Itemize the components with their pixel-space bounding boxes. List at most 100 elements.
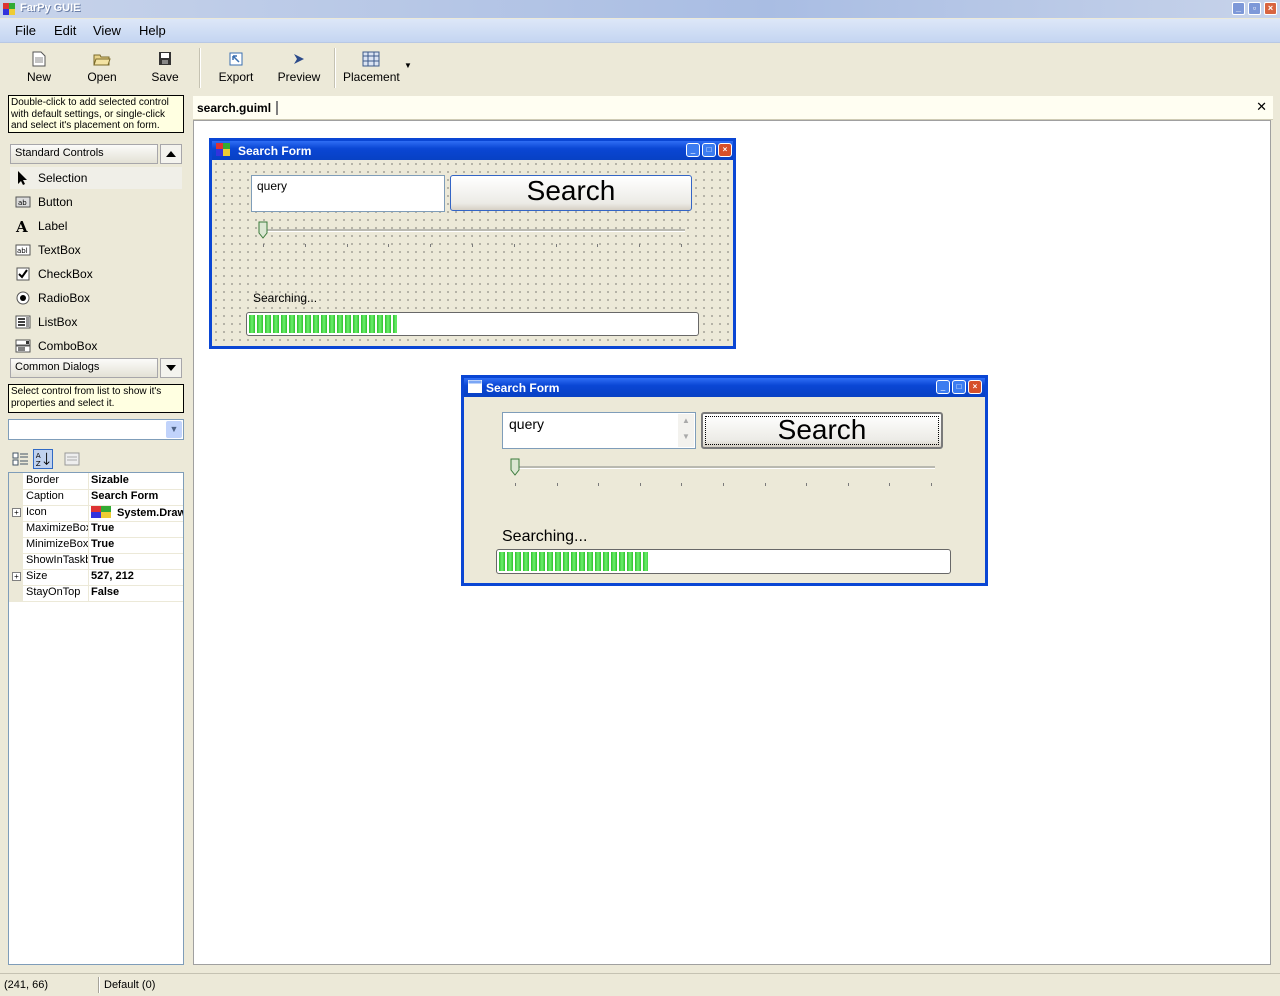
form-minimize-icon[interactable]: _ — [936, 380, 950, 394]
preview-slider-track[interactable] — [513, 466, 935, 469]
property-value[interactable]: True — [91, 538, 183, 550]
tool-listbox[interactable]: ListBox — [10, 311, 182, 333]
minimize-icon[interactable]: _ — [1232, 2, 1245, 15]
property-row[interactable]: MaximizeBox True — [9, 521, 183, 538]
form-maximize-icon[interactable]: □ — [952, 380, 966, 394]
tool-combobox[interactable]: ComboBox — [10, 335, 182, 357]
form-close-icon[interactable]: × — [718, 143, 732, 157]
property-value[interactable]: True — [91, 522, 183, 534]
property-value[interactable]: Sizable — [91, 474, 183, 486]
design-form-title-bar[interactable]: Search Form _ □ × — [212, 141, 733, 160]
slider-tick — [263, 244, 264, 247]
property-value[interactable]: System.Drawing.Icon — [91, 506, 183, 519]
close-icon[interactable]: × — [1264, 2, 1277, 15]
placement-button[interactable]: Placement — [343, 51, 400, 84]
preview-slider-thumb[interactable] — [510, 458, 520, 476]
slider-tick — [848, 483, 849, 486]
new-label: New — [26, 70, 51, 84]
save-disk-icon — [159, 52, 171, 65]
slider-tick — [515, 483, 516, 486]
preview-status-label: Searching... — [502, 528, 588, 545]
save-button[interactable]: Save — [137, 51, 193, 84]
button-icon: ab — [15, 196, 31, 208]
property-row[interactable]: Caption Search Form — [9, 489, 183, 506]
chevron-down-icon[interactable]: ▼ — [166, 421, 182, 438]
categorized-view-icon[interactable] — [10, 449, 30, 469]
property-value[interactable]: False — [91, 586, 183, 598]
preview-button[interactable]: Preview — [271, 51, 327, 84]
form-close-icon[interactable]: × — [968, 380, 982, 394]
design-form-grid[interactable]: query Search Searching... — [212, 160, 733, 346]
form-maximize-icon[interactable]: □ — [702, 143, 716, 157]
expand-plus-icon[interactable]: + — [12, 572, 21, 581]
tool-selection[interactable]: Selection — [10, 167, 182, 189]
slider-tick — [639, 244, 640, 247]
restore-icon[interactable]: ▫ — [1248, 2, 1261, 15]
control-select-combobox[interactable]: ▼ — [8, 419, 184, 440]
design-query-textbox[interactable]: query — [251, 175, 445, 212]
spin-buttons[interactable]: ▲ ▼ — [678, 414, 694, 447]
spin-up-icon[interactable]: ▲ — [682, 416, 690, 425]
collapse-up-icon[interactable] — [160, 144, 182, 164]
document-tab-bar: search.guiml ✕ — [193, 96, 1273, 120]
expand-plus-icon[interactable]: + — [12, 508, 21, 517]
design-progress-bar — [246, 312, 699, 336]
placement-dropdown-arrow-icon[interactable]: ▼ — [404, 61, 412, 70]
toolbar: New Open Save Export Preview Placement ▼ — [0, 43, 1280, 90]
design-search-button[interactable]: Search — [450, 175, 692, 211]
slider-tick — [889, 483, 890, 486]
app-title-bar[interactable]: FarPy GUIE _ ▫ × — [0, 0, 1280, 18]
spin-down-icon[interactable]: ▼ — [682, 432, 690, 441]
slider-tick — [931, 483, 932, 486]
export-icon — [229, 52, 243, 66]
menu-file[interactable]: File — [15, 23, 36, 38]
close-tab-icon[interactable]: ✕ — [1256, 99, 1267, 115]
toolbar-separator — [334, 48, 336, 88]
property-row[interactable]: + Size 527, 212 — [9, 569, 183, 586]
common-dialogs-header[interactable]: Common Dialogs — [10, 358, 158, 378]
new-button[interactable]: New — [11, 51, 67, 84]
standard-controls-header[interactable]: Standard Controls — [10, 144, 158, 164]
property-row[interactable]: + Icon System.Drawing.Icon — [9, 505, 183, 522]
design-form-window[interactable]: Search Form _ □ × query Search Searching… — [209, 138, 736, 349]
tool-label[interactable]: A Label — [10, 215, 182, 237]
export-label: Export — [218, 70, 254, 84]
design-progress-fill — [249, 315, 397, 333]
tool-textbox[interactable]: abl TextBox — [10, 239, 182, 261]
design-slider-thumb[interactable] — [258, 221, 268, 239]
property-row[interactable]: MinimizeBox True — [9, 537, 183, 554]
menu-edit[interactable]: Edit — [54, 23, 76, 38]
preview-form-title-bar[interactable]: Search Form _ □ × — [464, 378, 985, 397]
property-name: StayOnTop — [26, 586, 81, 598]
preview-query-spinbox[interactable]: query ▲ ▼ — [502, 412, 696, 449]
svg-text:A: A — [15, 218, 28, 234]
property-name: ShowInTaskbar — [26, 554, 88, 566]
design-slider-track[interactable] — [259, 229, 685, 232]
property-value[interactable]: 527, 212 — [91, 570, 183, 582]
expand-down-icon[interactable] — [160, 358, 182, 378]
toolbar-separator — [199, 48, 201, 88]
property-row[interactable]: StayOnTop False — [9, 585, 183, 602]
property-name: Border — [26, 474, 60, 486]
property-value[interactable]: Search Form — [91, 490, 183, 502]
preview-search-button[interactable]: Search — [701, 412, 943, 449]
tool-checkbox[interactable]: CheckBox — [10, 263, 182, 285]
menu-view[interactable]: View — [93, 23, 121, 38]
open-button[interactable]: Open — [74, 51, 130, 84]
design-status-label: Searching... — [253, 291, 318, 305]
tool-button[interactable]: ab Button — [10, 191, 182, 213]
property-pages-icon[interactable] — [62, 449, 82, 469]
slider-tick — [305, 244, 306, 247]
tool-radiobox[interactable]: RadioBox — [10, 287, 182, 309]
slider-tick — [430, 244, 431, 247]
document-tab[interactable]: search.guiml — [197, 101, 279, 115]
property-row[interactable]: Border Sizable — [9, 473, 183, 490]
hint-select-control: Select control from list to show it's pr… — [8, 384, 184, 413]
property-value[interactable]: True — [91, 554, 183, 566]
export-button[interactable]: Export — [208, 51, 264, 84]
preview-form-window[interactable]: Search Form _ □ × query ▲ ▼ Search Searc… — [461, 375, 988, 586]
property-row[interactable]: ShowInTaskbarTrue — [9, 553, 183, 570]
form-minimize-icon[interactable]: _ — [686, 143, 700, 157]
menu-help[interactable]: Help — [139, 23, 166, 38]
alphabetical-sort-icon[interactable]: AZ — [33, 449, 53, 469]
